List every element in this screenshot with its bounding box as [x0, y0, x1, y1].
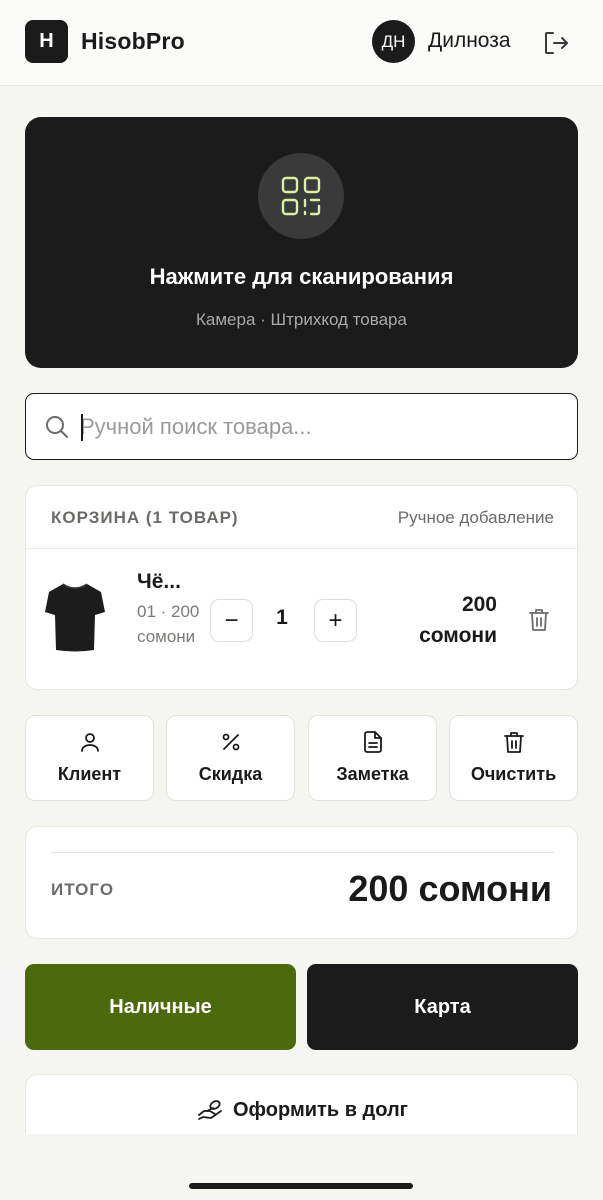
percent-icon: [222, 733, 239, 751]
home-indicator: [189, 1183, 413, 1189]
cart-panel: КОРЗИНА (1 ТОВАР) Ручное добавление Чё..…: [25, 485, 579, 690]
search-box[interactable]: [25, 393, 578, 460]
clear-button[interactable]: Очистить: [449, 715, 578, 801]
app-logo: H: [25, 20, 68, 63]
search-input[interactable]: [80, 406, 560, 448]
cash-payment-button[interactable]: Наличные: [25, 964, 296, 1050]
manual-add-link[interactable]: Ручное добавление: [398, 508, 554, 528]
search-icon: [46, 416, 68, 438]
app-title: HisobPro: [81, 28, 185, 54]
divider: [51, 852, 554, 853]
client-button[interactable]: Клиент: [25, 715, 154, 801]
item-price: 200 сомони: [419, 593, 497, 647]
note-button[interactable]: Заметка: [308, 715, 437, 801]
avatar[interactable]: ДН: [372, 20, 415, 63]
debt-content: Оформить в долг: [26, 1097, 579, 1123]
quantity-value: 1: [276, 606, 288, 629]
item-meta: 01 · 200 сомони: [137, 602, 200, 646]
text-caret: [81, 414, 83, 441]
trash-icon: [503, 732, 524, 753]
total-label: ИТОГО: [51, 880, 115, 899]
app-header: H HisobPro ДН Дилноза: [0, 0, 603, 86]
scan-subtitle: Камера · Штрихкод товара: [196, 310, 407, 329]
cart-title: КОРЗИНА (1 ТОВАР): [51, 508, 239, 527]
user-name[interactable]: Дилноза: [428, 29, 511, 53]
scan-icon-circle: [258, 153, 344, 239]
item-name: Чё...: [137, 570, 181, 593]
debt-label: Оформить в долг: [233, 1098, 408, 1121]
note-icon: [363, 731, 382, 753]
cart-header: КОРЗИНА (1 ТОВАР) Ручное добавление: [26, 486, 579, 549]
action-label: Скидка: [198, 764, 263, 784]
total-panel: ИТОГО 200 сомони: [25, 826, 578, 939]
scan-title: Нажмите для сканирования: [149, 264, 454, 289]
quantity-minus-button[interactable]: −: [210, 599, 253, 642]
action-label: Заметка: [336, 764, 409, 784]
scan-button[interactable]: Нажмите для сканирования Камера · Штрихк…: [25, 117, 578, 368]
discount-button[interactable]: Скидка: [166, 715, 295, 801]
user-icon: [80, 733, 99, 752]
debt-button[interactable]: Оформить в долг: [25, 1074, 578, 1134]
action-label: Клиент: [57, 764, 122, 784]
quantity-plus-button[interactable]: +: [314, 599, 357, 642]
total-value: 200 сомони: [348, 868, 552, 909]
logout-icon[interactable]: [541, 28, 571, 58]
action-label: Очистить: [470, 764, 557, 784]
trash-icon[interactable]: [527, 607, 551, 633]
tshirt-icon: [45, 583, 105, 652]
qr-scan-icon: [281, 176, 321, 216]
hand-money-icon: [198, 1100, 222, 1120]
card-payment-button[interactable]: Карта: [307, 964, 578, 1050]
